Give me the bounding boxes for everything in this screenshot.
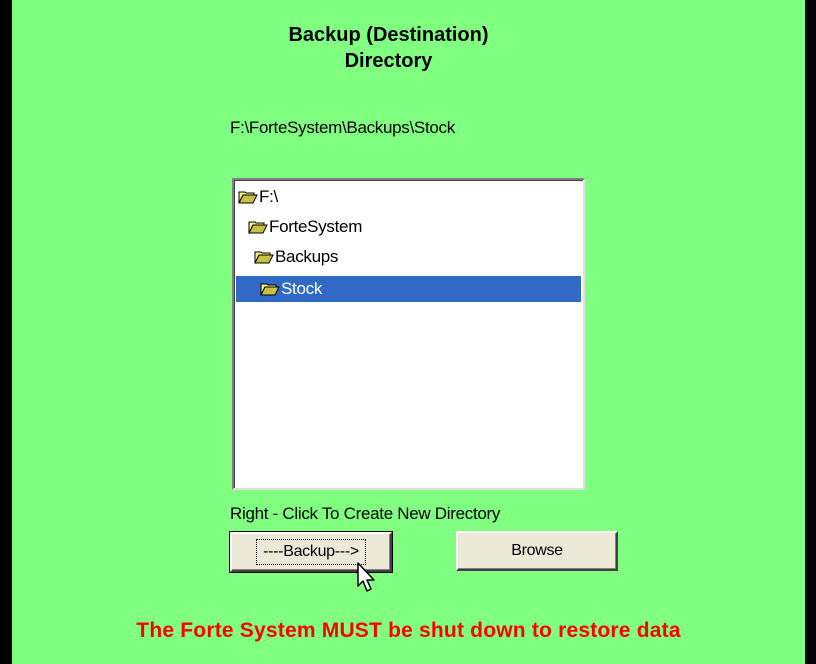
title-line-2: Directory bbox=[344, 50, 433, 72]
tree-item-label: Stock bbox=[281, 279, 323, 298]
window-frame: Backup (Destination) Directory F:\ForteS… bbox=[0, 0, 816, 664]
backup-panel: Backup (Destination) Directory F:\ForteS… bbox=[12, 0, 805, 664]
shutdown-warning: The Forte System MUST be shut down to re… bbox=[136, 619, 681, 642]
tree-item-fortesystem[interactable]: ForteSystem bbox=[248, 214, 362, 240]
dialog-title: Backup (Destination) Directory bbox=[12, 22, 765, 74]
title-line-1: Backup (Destination) bbox=[288, 24, 489, 46]
directory-tree[interactable]: F:\ ForteSystem Backups Stock bbox=[232, 178, 585, 490]
create-directory-hint: Right - Click To Create New Directory bbox=[230, 504, 501, 523]
tree-item-backups[interactable]: Backups bbox=[254, 244, 338, 270]
tree-item-label: ForteSystem bbox=[269, 217, 363, 236]
backup-button-label: ----Backup---> bbox=[256, 539, 366, 565]
tree-item-stock[interactable]: Stock bbox=[236, 276, 581, 302]
browse-button[interactable]: Browse bbox=[456, 531, 618, 571]
current-path-label: F:\ForteSystem\Backups\Stock bbox=[230, 118, 455, 137]
mouse-cursor-icon bbox=[357, 562, 375, 592]
open-folder-icon bbox=[254, 251, 274, 264]
tree-item-drive[interactable]: F:\ bbox=[238, 184, 278, 210]
tree-item-label: F:\ bbox=[259, 187, 278, 206]
open-folder-icon bbox=[260, 283, 280, 296]
browse-button-label: Browse bbox=[511, 542, 563, 559]
tree-item-label: Backups bbox=[275, 247, 339, 266]
open-folder-icon bbox=[248, 221, 268, 234]
open-folder-icon bbox=[238, 191, 258, 204]
